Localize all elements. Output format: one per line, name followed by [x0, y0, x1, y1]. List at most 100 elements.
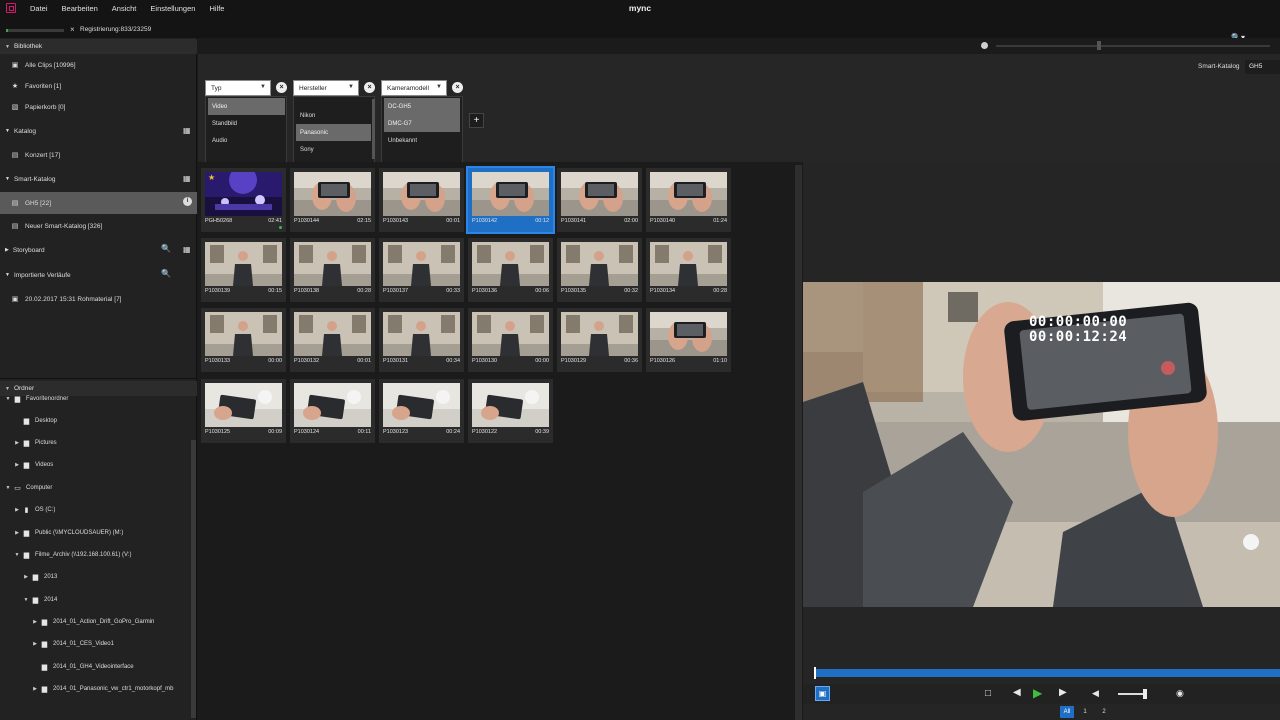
clip-thumbnail[interactable]: P1030143 00:01	[379, 168, 464, 232]
caret-right-icon[interactable]: ▶	[31, 641, 39, 647]
clip-thumbnail[interactable]: P1030130 00:00	[468, 308, 553, 372]
filter-typ-dropdown[interactable]: Typ ▼	[205, 80, 271, 96]
volume-slider[interactable]	[1118, 693, 1146, 695]
pager-page-2[interactable]: 2	[1099, 706, 1109, 718]
clip-thumbnail[interactable]: P1030125 00:09	[201, 379, 286, 443]
tree-item[interactable]: ▆ 2014_01_GH4_Videointerface	[31, 656, 134, 678]
play-icon[interactable]: ▶	[1033, 686, 1042, 700]
sidebar-item-rohmaterial[interactable]: ▣ 20.02.2017 15:31 Rohmaterial [7]	[0, 288, 197, 310]
add-storyboard-icon[interactable]: ▦	[183, 245, 191, 254]
menu-datei[interactable]: Datei	[30, 4, 48, 13]
tree-item[interactable]: ▶ ▆ Pictures	[13, 432, 57, 454]
tree-item[interactable]: ▶ ▆ Videos	[13, 454, 53, 476]
tree-scrollbar[interactable]	[191, 440, 196, 718]
zoom-slider-handle[interactable]	[1097, 41, 1101, 50]
tree-item[interactable]: ▶ ▆ 2014_01_Panasonic_vw_ctr1_motorkopf_mb	[31, 678, 173, 700]
clip-thumbnail[interactable]: P1030142 00:12	[466, 166, 555, 234]
tree-item[interactable]: ▶ ▮ OS (C:)	[13, 499, 55, 521]
filter-hersteller-dropdown[interactable]: Hersteller ▼	[293, 80, 359, 96]
filter-option[interactable]: Sony	[296, 141, 371, 158]
volume-icon[interactable]: ◀	[1092, 688, 1099, 699]
list-scrollbar[interactable]	[372, 99, 375, 159]
playhead[interactable]	[814, 667, 816, 679]
filter-option[interactable]: Video	[208, 98, 285, 115]
add-filter-button[interactable]: +	[469, 113, 484, 128]
clip-thumbnail[interactable]: ★ PGH50268 02:41	[201, 168, 286, 232]
tree-item[interactable]: ▆ Desktop	[13, 410, 57, 432]
timeline-bar[interactable]	[814, 669, 1280, 677]
caret-right-icon[interactable]: ▶	[13, 530, 21, 536]
info-icon[interactable]: i	[183, 197, 192, 206]
menu-einstellungen[interactable]: Einstellungen	[150, 4, 195, 13]
tree-item[interactable]: ▶ ▆ 2013	[22, 566, 57, 588]
grid-scrollbar[interactable]	[795, 165, 802, 720]
filter-kameramodell-dropdown[interactable]: Kameramodell ▼	[381, 80, 447, 96]
clip-thumbnail[interactable]: P1030141 02:00	[557, 168, 642, 232]
caret-right-icon[interactable]: ▶	[31, 619, 39, 625]
caret-down-icon[interactable]: ▼	[4, 485, 12, 491]
clip-thumbnail[interactable]: P1030136 00:06	[468, 238, 553, 302]
tree-item[interactable]: ▼ ▆ Filme_Archiv (\\192.168.100.61) (V:)	[13, 544, 132, 566]
menu-bearbeiten[interactable]: Bearbeiten	[62, 4, 98, 13]
pager-page-1[interactable]: 1	[1080, 706, 1090, 718]
sidebar-item-neuer-smart-katalog[interactable]: ▤ Neuer Smart-Katalog [326]	[0, 215, 197, 237]
filter-option[interactable]: Unbekannt	[384, 132, 460, 149]
sidebar-item-papierkorb[interactable]: ▧ Papierkorb [0]	[0, 96, 197, 118]
clip-thumbnail[interactable]: P1030133 00:00	[201, 308, 286, 372]
remove-filter-icon[interactable]: ×	[452, 82, 463, 93]
sidebar-item-favoriten[interactable]: ★ Favoriten [1]	[0, 75, 197, 97]
add-smart-catalog-icon[interactable]: ▦	[183, 174, 191, 183]
caret-right-icon[interactable]: ▶	[22, 574, 30, 580]
tree-item[interactable]: ▼ ▭ Computer	[4, 477, 53, 499]
clip-thumbnail[interactable]: P1030124 00:11	[290, 379, 375, 443]
clip-thumbnail[interactable]: P1030132 00:01	[290, 308, 375, 372]
clip-thumbnail[interactable]: P1030137 00:33	[379, 238, 464, 302]
clip-thumbnail[interactable]: P1030140 01:24	[646, 168, 731, 232]
clip-thumbnail[interactable]: P1030134 00:28	[646, 238, 731, 302]
menu-ansicht[interactable]: Ansicht	[112, 4, 137, 13]
remove-filter-icon[interactable]: ×	[364, 82, 375, 93]
search-icon[interactable]: 🔍	[161, 244, 171, 253]
step-back-icon[interactable]: ◀	[1013, 687, 1021, 698]
tree-item[interactable]: ▼ ▆ 2014	[22, 589, 58, 611]
clip-thumbnail[interactable]: P1030138 00:28	[290, 238, 375, 302]
sidebar-item-konzert[interactable]: ▤ Konzert [17]	[0, 144, 197, 166]
clip-thumbnail[interactable]: P1030135 00:32	[557, 238, 642, 302]
clip-thumbnail[interactable]: P1030122 00:39	[468, 379, 553, 443]
clip-thumbnail[interactable]: P1030126 01:10	[646, 308, 731, 372]
zoom-out-icon[interactable]	[981, 42, 988, 49]
filter-option[interactable]: DC-GH5	[384, 98, 460, 115]
step-forward-icon[interactable]: ▶	[1059, 687, 1067, 698]
clip-thumbnail[interactable]: P1030129 00:36	[557, 308, 642, 372]
caret-right-icon[interactable]: ▶	[13, 462, 21, 468]
remove-filter-icon[interactable]: ×	[276, 82, 287, 93]
mark-clip-button[interactable]: ▣	[815, 686, 830, 701]
add-catalog-icon[interactable]: ▦	[183, 126, 191, 135]
tree-item[interactable]: ▶ ▆ 2014_01_CES_Video1	[31, 633, 114, 655]
caret-down-icon[interactable]: ▼	[4, 396, 12, 402]
clip-thumbnail[interactable]: P1030144 02:15	[290, 168, 375, 232]
filter-option[interactable]: DMC-G7	[384, 115, 460, 132]
caret-right-icon[interactable]: ▶	[13, 440, 21, 446]
caret-right-icon[interactable]: ▶	[31, 686, 39, 692]
thumbnail-zoom-slider[interactable]	[996, 45, 1270, 47]
preview-video[interactable]: 00:00:00:00 00:00:12:24	[803, 282, 1280, 607]
caret-down-icon[interactable]: ▼	[22, 597, 30, 603]
smart-katalog-name-field[interactable]: GH5	[1245, 60, 1280, 74]
filter-option[interactable]: Standbild	[208, 115, 285, 132]
clip-thumbnail[interactable]: P1030123 00:24	[379, 379, 464, 443]
tree-item[interactable]: ▶ ▆ Public (\\MYCLOUDSAUER) (M:)	[13, 522, 123, 544]
clip-thumbnail[interactable]: P1030131 00:34	[379, 308, 464, 372]
sidebar-item-gh5[interactable]: ▤ GH5 [22]	[0, 192, 197, 214]
filter-option[interactable]: Nikon	[296, 107, 371, 124]
section-katalog[interactable]: ▼ Katalog	[0, 120, 197, 142]
section-smart-katalog[interactable]: ▼ Smart-Katalog	[0, 168, 197, 190]
pager-all[interactable]: All	[1060, 706, 1074, 718]
caret-right-icon[interactable]: ▶	[13, 507, 21, 513]
search-icon[interactable]: 🔍	[161, 269, 171, 278]
caret-down-icon[interactable]: ▼	[13, 552, 21, 558]
sidebar-item-alle-clips[interactable]: ▣ Alle Clips [10996]	[0, 54, 197, 76]
filter-option[interactable]: Panasonic	[296, 124, 371, 141]
export-frame-icon[interactable]: □	[985, 688, 991, 699]
tree-item[interactable]: ▶ ▆ 2014_01_Action_Drift_GoPro_Garmin	[31, 611, 154, 633]
